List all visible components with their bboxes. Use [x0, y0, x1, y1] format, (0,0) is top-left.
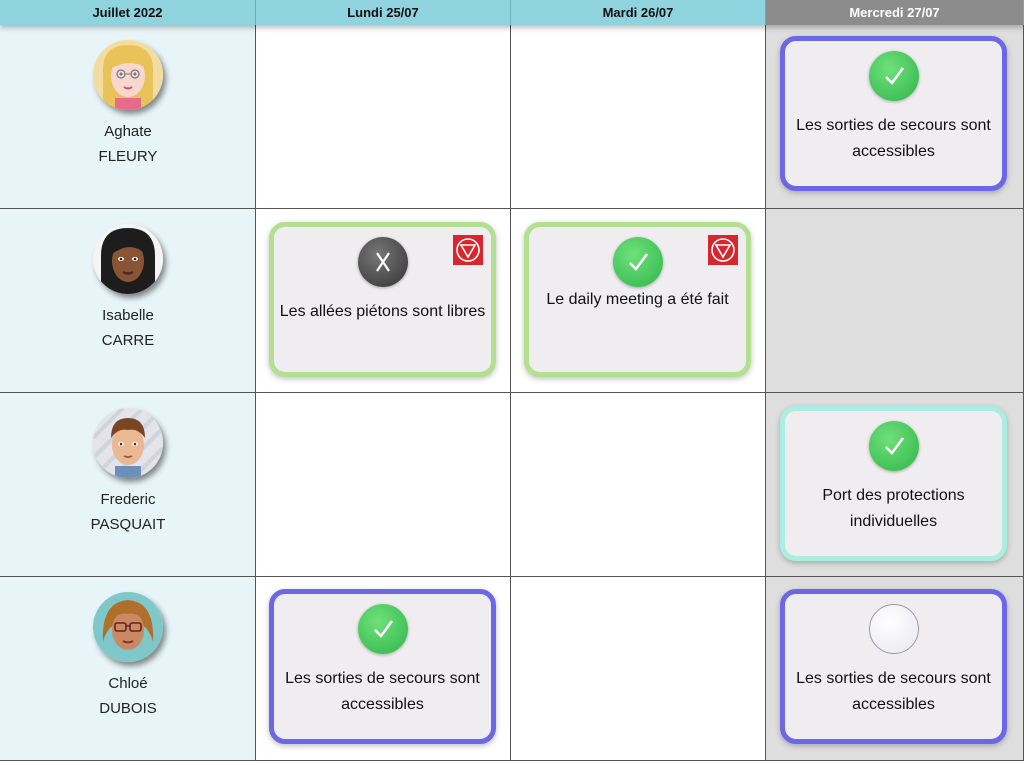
- person-cell: Isabelle CARRE: [0, 209, 256, 392]
- stop-icon[interactable]: [453, 235, 483, 265]
- task-card[interactable]: Les allées piétons sont libres: [269, 222, 496, 377]
- task-label: Les sorties de secours sont accessibles: [796, 117, 991, 160]
- check-status-icon[interactable]: [357, 604, 408, 654]
- day-cell-lundi[interactable]: [256, 25, 511, 208]
- day-cell-lundi[interactable]: [256, 393, 511, 576]
- avatar-chloe[interactable]: [93, 592, 163, 662]
- day-header-mercredi[interactable]: Mercredi 27/07: [766, 0, 1024, 25]
- check-status-icon[interactable]: [868, 51, 919, 101]
- person-last-name: FLEURY: [98, 148, 158, 165]
- day-cell-lundi[interactable]: Les allées piétons sont libres: [256, 209, 511, 392]
- day-cell-mardi[interactable]: [511, 577, 766, 760]
- person-last-name: PASQUAIT: [90, 516, 166, 533]
- day-cell-mardi[interactable]: Le daily meeting a été fait: [511, 209, 766, 392]
- task-card[interactable]: Les sorties de secours sont accessibles: [269, 589, 496, 744]
- stop-icon[interactable]: [708, 235, 738, 265]
- pending-status-icon[interactable]: [868, 604, 919, 654]
- person-first-name: Frederic: [100, 491, 156, 508]
- task-card[interactable]: Le daily meeting a été fait: [524, 222, 751, 377]
- person-first-name: Isabelle: [102, 307, 154, 324]
- day-header-mardi[interactable]: Mardi 26/07: [511, 0, 766, 25]
- person-row: Aghate FLEURY Les sorties de secours son…: [0, 25, 1024, 209]
- cross-status-icon[interactable]: [357, 237, 408, 287]
- task-label: Les sorties de secours sont accessibles: [796, 670, 991, 713]
- person-row: Frederic PASQUAIT Port des protections i…: [0, 393, 1024, 577]
- person-last-name: CARRE: [101, 332, 155, 349]
- task-label: Port des protections individuelles: [822, 487, 965, 530]
- person-cell: Frederic PASQUAIT: [0, 393, 256, 576]
- task-card[interactable]: Les sorties de secours sont accessibles: [780, 589, 1007, 744]
- day-cell-mercredi[interactable]: Les sorties de secours sont accessibles: [766, 25, 1024, 208]
- avatar-aghate[interactable]: [93, 40, 163, 110]
- task-card[interactable]: Les sorties de secours sont accessibles: [780, 36, 1007, 191]
- day-cell-mercredi[interactable]: [766, 209, 1024, 392]
- day-cell-lundi[interactable]: Les sorties de secours sont accessibles: [256, 577, 511, 760]
- person-row: Chloé DUBOIS Les sorties de secours sont…: [0, 577, 1024, 761]
- check-status-icon[interactable]: [868, 421, 919, 471]
- person-row: Isabelle CARRE Les allées piétons sont l…: [0, 209, 1024, 393]
- day-cell-mercredi[interactable]: Port des protections individuelles: [766, 393, 1024, 576]
- day-cell-mardi[interactable]: [511, 393, 766, 576]
- check-status-icon[interactable]: [612, 237, 663, 287]
- calendar-header: Juillet 2022 Lundi 25/07 Mardi 26/07 Mer…: [0, 0, 1024, 25]
- person-cell: Chloé DUBOIS: [0, 577, 256, 760]
- day-cell-mercredi[interactable]: Les sorties de secours sont accessibles: [766, 577, 1024, 760]
- person-first-name: Chloé: [108, 675, 148, 692]
- task-label: Les sorties de secours sont accessibles: [285, 670, 480, 713]
- avatar-frederic[interactable]: [93, 408, 163, 478]
- task-label: Les allées piétons sont libres: [279, 303, 486, 320]
- person-first-name: Aghate: [104, 123, 152, 140]
- day-cell-mardi[interactable]: [511, 25, 766, 208]
- day-header-lundi[interactable]: Lundi 25/07: [256, 0, 511, 25]
- avatar-isabelle[interactable]: [93, 224, 163, 294]
- person-last-name: DUBOIS: [99, 700, 157, 717]
- person-cell: Aghate FLEURY: [0, 25, 256, 208]
- task-card[interactable]: Port des protections individuelles: [780, 406, 1007, 561]
- task-label: Le daily meeting a été fait: [546, 291, 729, 308]
- month-header[interactable]: Juillet 2022: [0, 0, 256, 25]
